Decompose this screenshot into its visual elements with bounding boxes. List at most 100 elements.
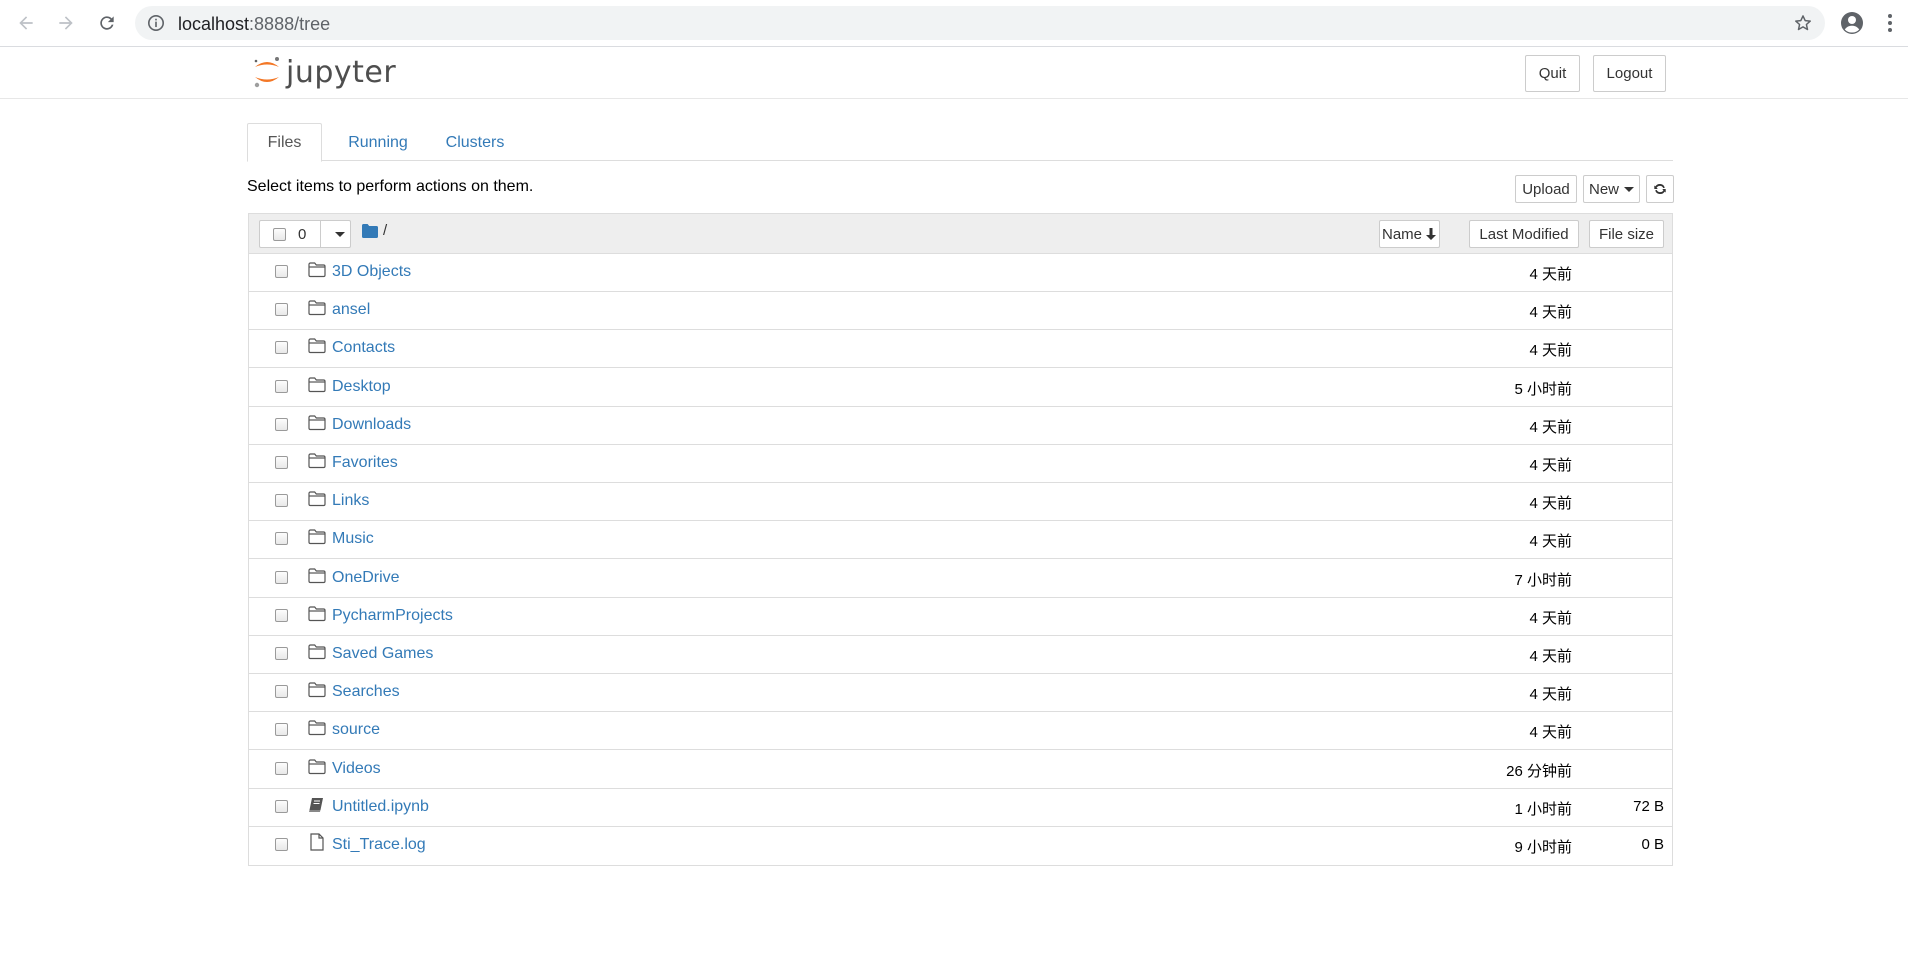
item-name-link[interactable]: Searches [332, 683, 400, 701]
list-item[interactable]: Music 4 天前 [249, 521, 1672, 560]
forward-icon[interactable] [54, 11, 78, 35]
item-name-link[interactable]: Saved Games [332, 645, 433, 663]
list-item[interactable]: Favorites 4 天前 [249, 445, 1672, 483]
item-name-link[interactable]: Desktop [332, 378, 391, 396]
item-checkbox[interactable] [275, 608, 288, 622]
list-item[interactable]: OneDrive 7 小时前 [249, 560, 1672, 598]
folder-outline-icon [308, 529, 326, 545]
folder-outline-icon [308, 300, 326, 316]
item-name-link[interactable]: Links [332, 492, 369, 510]
browser-menu-icon[interactable] [1880, 11, 1900, 35]
breadcrumb-root[interactable]: / [383, 222, 387, 239]
divider [320, 221, 321, 247]
list-item[interactable]: 3D Objects 4 天前 [249, 254, 1672, 292]
tab-clusters[interactable]: Clusters [435, 123, 515, 162]
sort-last-modified-button[interactable]: Last Modified [1469, 220, 1579, 248]
item-name-link[interactable]: Sti_Trace.log [332, 836, 426, 854]
item-checkbox[interactable] [275, 723, 288, 737]
item-name-link[interactable]: Favorites [332, 454, 398, 472]
folder-outline-icon [308, 758, 326, 774]
item-checkbox[interactable] [275, 570, 288, 584]
sort-file-size-button[interactable]: File size [1589, 220, 1664, 248]
jupyter-logo[interactable]: jupyter [252, 54, 396, 90]
select-all-checkbox[interactable] [273, 228, 286, 241]
item-checkbox[interactable] [275, 303, 288, 317]
item-last-modified: 9 小时前 [1514, 839, 1572, 856]
caret-down-icon [1624, 186, 1634, 192]
item-name-link[interactable]: Untitled.ipynb [332, 798, 429, 816]
list-item[interactable]: Sti_Trace.log 9 小时前 0 B [249, 827, 1672, 865]
select-menu-caret-icon[interactable] [335, 232, 345, 237]
url-host: localhost [178, 14, 250, 34]
refresh-button[interactable] [1646, 175, 1674, 203]
item-name-link[interactable]: OneDrive [332, 569, 400, 587]
item-name-link[interactable]: Videos [332, 760, 381, 778]
item-checkbox[interactable] [275, 799, 288, 813]
list-item[interactable]: Downloads 4 天前 [249, 407, 1672, 445]
item-checkbox[interactable] [275, 265, 288, 278]
item-checkbox[interactable] [275, 456, 288, 469]
item-name-link[interactable]: 3D Objects [332, 263, 411, 281]
item-last-modified: 4 天前 [1529, 304, 1572, 322]
list-item[interactable]: Saved Games 4 天前 [249, 636, 1672, 674]
file-icon [310, 833, 324, 851]
new-dropdown-button[interactable]: New [1583, 175, 1640, 203]
item-checkbox[interactable] [275, 685, 288, 699]
address-bar[interactable]: localhost:8888/tree [135, 6, 1825, 40]
list-item[interactable]: ansel 4 天前 [249, 292, 1672, 331]
item-name-link[interactable]: ansel [332, 301, 370, 319]
logo-text: jupyter [286, 54, 397, 90]
url-path: :8888/tree [249, 14, 331, 34]
item-checkbox[interactable] [275, 417, 288, 431]
list-item[interactable]: Searches 4 天前 [249, 674, 1672, 713]
list-item[interactable]: Desktop 5 小时前 [249, 369, 1672, 407]
folder-outline-icon [308, 376, 326, 392]
item-checkbox[interactable] [275, 379, 288, 393]
item-checkbox[interactable] [275, 838, 288, 851]
account-icon[interactable] [1840, 11, 1864, 35]
item-last-modified: 4 天前 [1529, 342, 1572, 360]
item-last-modified: 5 小时前 [1514, 380, 1572, 398]
file-list: 0 / Name Last Modified File size 3D Obje… [248, 213, 1673, 866]
item-checkbox[interactable] [275, 647, 288, 660]
upload-button[interactable]: Upload [1515, 175, 1577, 203]
item-checkbox[interactable] [275, 761, 288, 775]
url-text: localhost:8888/tree [178, 14, 330, 35]
item-last-modified: 4 天前 [1529, 648, 1572, 665]
item-name-link[interactable]: source [332, 721, 380, 739]
notebook-icon [309, 797, 323, 812]
item-checkbox[interactable] [275, 532, 288, 546]
breadcrumb[interactable]: / [362, 222, 387, 239]
item-name-link[interactable]: PycharmProjects [332, 607, 453, 625]
item-name-link[interactable]: Contacts [332, 339, 395, 357]
item-file-size: 72 B [1633, 797, 1664, 815]
sort-name-button[interactable]: Name [1379, 220, 1440, 248]
list-item[interactable]: Videos 26 分钟前 [249, 751, 1672, 789]
item-name-link[interactable]: Music [332, 530, 374, 548]
item-last-modified: 4 天前 [1529, 266, 1572, 283]
list-item[interactable]: Contacts 4 天前 [249, 330, 1672, 369]
item-last-modified: 4 天前 [1529, 686, 1572, 704]
tab-files[interactable]: Files [247, 123, 322, 162]
logout-button[interactable]: Logout [1593, 55, 1666, 92]
item-last-modified: 4 天前 [1529, 495, 1572, 513]
bookmark-star-icon[interactable] [1793, 13, 1813, 33]
list-item[interactable]: Untitled.ipynb 1 小时前 72 B [249, 789, 1672, 827]
site-info-icon[interactable] [147, 14, 165, 32]
jupyter-header: jupyter Quit Logout [0, 48, 1908, 99]
item-last-modified: 4 天前 [1529, 533, 1572, 551]
reload-icon[interactable] [95, 11, 119, 35]
back-icon[interactable] [14, 11, 38, 35]
item-checkbox[interactable] [275, 494, 288, 508]
quit-button[interactable]: Quit [1525, 55, 1580, 92]
new-label: New [1588, 180, 1619, 198]
item-checkbox[interactable] [275, 341, 288, 355]
select-all-group: 0 [259, 220, 351, 248]
item-name-link[interactable]: Downloads [332, 416, 411, 434]
tab-running[interactable]: Running [335, 123, 421, 162]
item-last-modified: 7 小时前 [1514, 571, 1572, 589]
list-item[interactable]: PycharmProjects 4 天前 [249, 598, 1672, 636]
folder-outline-icon [308, 453, 326, 469]
list-item[interactable]: source 4 天前 [249, 712, 1672, 751]
list-item[interactable]: Links 4 天前 [249, 483, 1672, 522]
